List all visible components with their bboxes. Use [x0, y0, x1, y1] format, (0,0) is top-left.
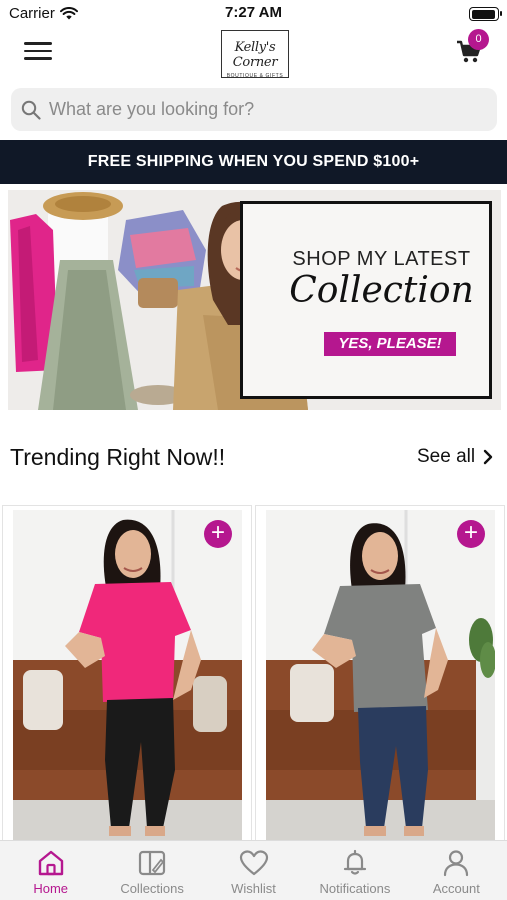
menu-button[interactable] — [24, 42, 52, 64]
tab-home[interactable]: Home — [0, 841, 101, 900]
logo-title: Kelly's Corner — [232, 40, 278, 70]
logo-subtitle: BOUTIQUE & GIFTS — [226, 73, 284, 79]
search-input[interactable] — [49, 99, 469, 120]
tab-label: Notifications — [319, 881, 391, 896]
tab-wishlist[interactable]: Wishlist — [203, 841, 304, 900]
tab-label: Wishlist — [231, 881, 276, 896]
product-card[interactable]: + — [255, 505, 505, 846]
plus-icon: + — [463, 519, 478, 546]
trending-title: Trending Right Now!! — [10, 444, 226, 470]
add-to-cart-button[interactable]: + — [457, 520, 485, 548]
chevron-right-icon — [483, 449, 493, 465]
store-logo[interactable]: Kelly's Corner BOUTIQUE & GIFTS — [221, 30, 289, 79]
hamburger-icon — [24, 42, 52, 45]
app-header: Kelly's Corner BOUTIQUE & GIFTS 0 — [0, 28, 507, 80]
heart-icon — [239, 850, 268, 876]
home-icon — [38, 850, 63, 876]
tab-label: Home — [33, 881, 69, 896]
cart-count-badge: 0 — [468, 29, 489, 50]
see-all-label: See all — [417, 446, 476, 467]
product-image[interactable]: + — [13, 510, 242, 846]
banner-cta-button[interactable]: YES, PLEASE! — [324, 332, 456, 356]
tab-label: Collections — [120, 881, 184, 896]
tab-account[interactable]: Account — [406, 841, 507, 900]
collections-icon — [139, 850, 166, 876]
user-icon — [444, 850, 469, 877]
tab-collections[interactable]: Collections — [101, 841, 202, 900]
banner-script-title: Collection — [289, 270, 474, 311]
tab-notifications[interactable]: Notifications — [304, 841, 405, 900]
banner-heading: SHOP MY LATEST — [292, 248, 471, 270]
add-to-cart-button[interactable]: + — [204, 520, 232, 548]
product-photo — [266, 510, 495, 846]
hamburger-line — [24, 49, 52, 52]
tab-label: Account — [432, 881, 480, 896]
product-card[interactable]: + — [2, 505, 252, 846]
status-bar: Carrier 7:27 AM — [0, 0, 507, 28]
free-shipping-banner: FREE SHIPPING WHEN YOU SPEND $100+ — [0, 140, 507, 184]
see-all-link[interactable]: See all — [417, 446, 493, 468]
status-time: 7:27 AM — [225, 4, 282, 21]
battery-icon — [469, 7, 502, 21]
product-photo — [13, 510, 242, 846]
plus-icon: + — [210, 519, 225, 546]
collection-banner[interactable]: SHOP MY LATEST Collection YES, PLEASE! — [8, 190, 501, 410]
product-image[interactable]: + — [266, 510, 495, 846]
bottom-tab-bar: Home Collections Wishlist Notifications … — [0, 840, 507, 900]
hamburger-line — [24, 57, 52, 60]
search-icon — [21, 100, 41, 120]
search-bar[interactable] — [11, 88, 497, 131]
bell-icon — [343, 849, 367, 875]
